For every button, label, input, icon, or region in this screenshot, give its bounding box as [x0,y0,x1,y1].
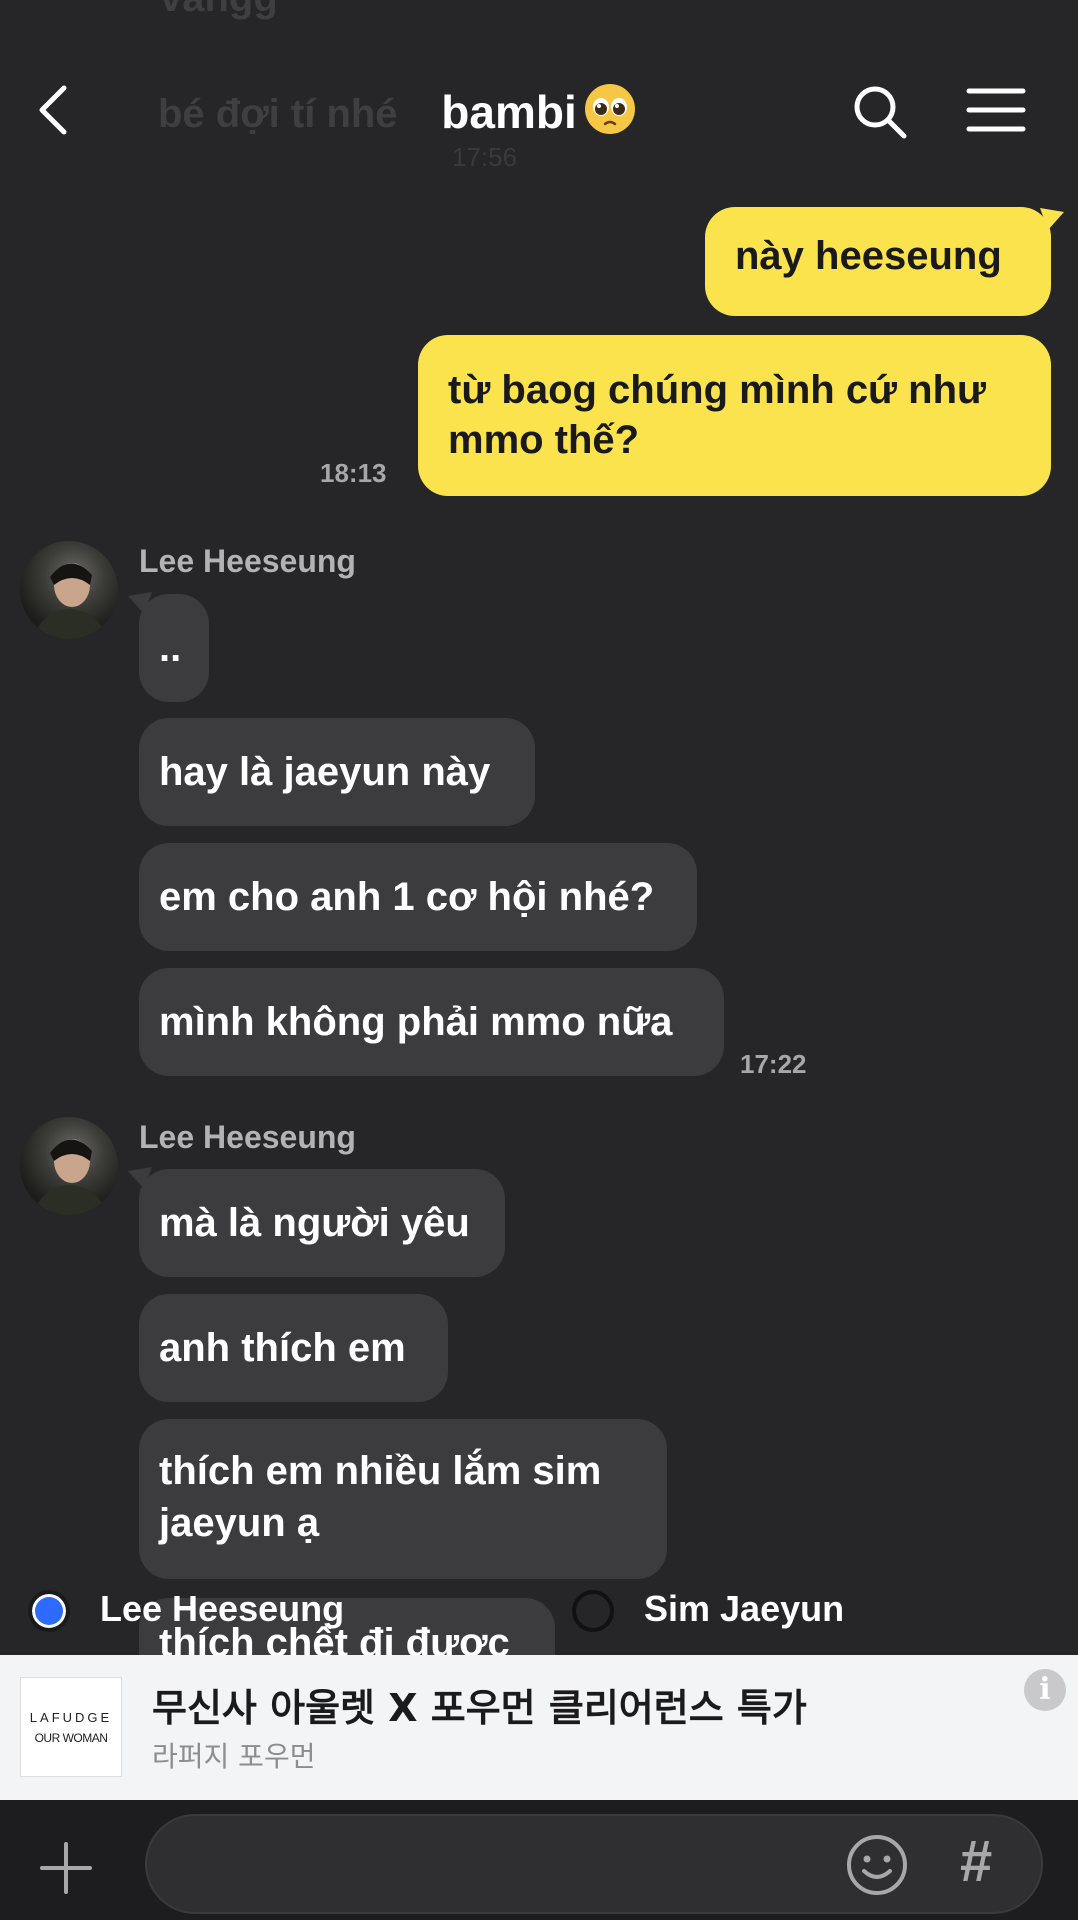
smile-icon [847,1835,907,1895]
ad-subtitle: 라퍼지 포우먼 [152,1740,316,1773]
chat-title-text: bambi [441,86,577,138]
incoming-message[interactable]: thích em nhiều lắm sim jaeyun ạ [139,1419,667,1579]
search-button[interactable] [850,82,910,142]
incoming-message[interactable]: hay là jaeyun này [139,718,535,826]
chat-title: bambi [0,82,1078,139]
faded-message-time: 17:56 [452,142,518,172]
ad-title[interactable]: 무신사 아울렛 X 포우먼 클리어런스 특가 [152,1677,807,1732]
incoming-message[interactable]: anh thích em [139,1294,448,1402]
info-icon[interactable]: i [1024,1669,1066,1711]
bubble-tail [1040,208,1064,230]
incoming-message[interactable]: em cho anh 1 cơ hội nhé? [139,843,697,951]
incoming-message[interactable]: .. [139,594,209,702]
attach-button[interactable] [38,1840,94,1896]
avatar[interactable] [20,1117,118,1215]
avatar[interactable] [20,541,118,639]
plus-icon [40,1842,92,1894]
incoming-message[interactable]: mình không phải mmo nữa [139,968,724,1076]
poll-option-sim-jaeyun[interactable]: Sim Jaeyun [572,1588,892,1640]
avatar-photo [34,563,106,639]
ad-banner[interactable]: LAFUDGE OUR WOMAN 무신사 아울렛 X 포우먼 클리어런스 특가… [0,1655,1078,1800]
radio-selected-icon[interactable] [28,1590,70,1632]
menu-button[interactable] [965,86,1027,134]
ad-logo: LAFUDGE OUR WOMAN [20,1677,122,1777]
faded-message-fragment: vangg [160,0,278,21]
poll-option-label: Sim Jaeyun [644,1588,845,1629]
incoming-message[interactable]: mà là người yêu [139,1169,505,1277]
hashtag-button[interactable]: # [960,1828,992,1895]
sender-name: Lee Heeseung [139,1119,356,1155]
pleading-face-icon [583,82,637,136]
outgoing-message[interactable]: từ baog chúng mình cứ như mmo thế? [418,335,1051,496]
ad-logo-line2: OUR WOMAN [34,1731,108,1745]
poll-option-lee-heeseung[interactable]: Lee Heeseung [28,1588,488,1640]
poll-option-label: Lee Heeseung [100,1588,345,1629]
message-time: 17:22 [740,1049,807,1079]
avatar-photo [34,1139,106,1215]
emoji-button[interactable] [845,1833,909,1897]
radio-unselected-icon[interactable] [572,1590,614,1632]
hamburger-menu-icon [966,88,1026,132]
outgoing-message[interactable]: này heeseung [705,207,1051,316]
message-time: 18:13 [320,458,387,488]
sender-name: Lee Heeseung [139,543,356,579]
ad-logo-line1: LAFUDGE [29,1710,113,1725]
search-icon [854,86,907,139]
